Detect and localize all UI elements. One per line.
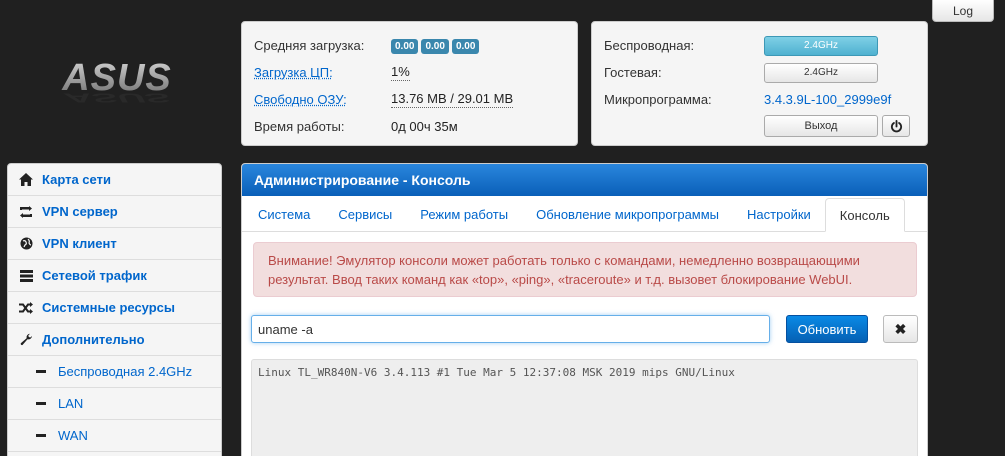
home-icon [18,173,34,187]
tab-mode[interactable]: Режим работы [406,197,522,231]
tab-firmware-update[interactable]: Обновление микропрограммы [522,197,733,231]
sidebar-item-label: Системные ресурсы [42,300,176,315]
dash-icon [36,434,46,437]
cpu-link[interactable]: Загрузка ЦП: [254,65,391,80]
alert-line-1: Внимание! Эмулятор консоли может работат… [268,253,860,268]
sidebar-subitem-label: WAN [58,428,88,443]
clear-button[interactable]: ✖ [883,315,918,343]
wrench-icon [18,333,34,347]
sidebar-subitem-lan[interactable]: LAN [8,388,221,420]
random-icon [18,301,34,315]
power-icon [890,119,902,132]
firmware-link[interactable]: 3.4.3.9L-100_2999e9f [764,92,891,107]
log-button[interactable]: Log [932,0,994,22]
guest-label: Гостевая: [604,65,662,80]
tab-system[interactable]: Система [244,197,324,231]
sidebar-item-label: Сетевой трафик [42,268,147,283]
sidebar-item-vpn-server[interactable]: VPN сервер [8,196,221,228]
ram-value: 13.76 MB / 29.01 MB [391,91,514,108]
sidebar-subitem-wan[interactable]: WAN [8,420,221,452]
ram-link[interactable]: Свободно ОЗУ: [254,92,391,107]
list-icon [18,269,34,283]
uptime-value: 0д 00ч 35м [391,119,458,134]
dash-icon [36,402,46,405]
sidebar: Карта сети VPN сервер VPN клиент Сетевой… [7,163,222,456]
power-button[interactable] [882,115,910,137]
tab-services[interactable]: Сервисы [324,197,406,231]
sidebar-subitem-label: LAN [58,396,84,411]
load-badge-1: 0.00 [391,39,419,54]
sidebar-item-traffic[interactable]: Сетевой трафик [8,260,221,292]
sidebar-item-network-map[interactable]: Карта сети [8,164,221,196]
load-label: Средняя загрузка: [254,38,365,53]
tab-console[interactable]: Консоль [824,198,905,232]
load-badge-3: 0.00 [451,39,480,54]
firmware-label: Микропрограмма: [604,92,712,107]
sidebar-item-advanced[interactable]: Дополнительно [8,324,221,356]
sidebar-item-label: Дополнительно [42,332,145,347]
dash-icon [36,370,46,373]
refresh-button[interactable]: Обновить [786,315,868,343]
exit-button[interactable]: Выход [764,115,878,137]
warning-alert: Внимание! Эмулятор консоли может работат… [253,242,917,297]
guest-toggle[interactable]: 2.4GHz [764,62,878,83]
sidebar-item-resources[interactable]: Системные ресурсы [8,292,221,324]
load-badge-2: 0.00 [421,39,449,54]
tab-bar: Система Сервисы Режим работы Обновление … [242,196,927,232]
cpu-value: 1% [391,64,410,81]
sidebar-item-vpn-client[interactable]: VPN клиент [8,228,221,260]
sidebar-item-label: VPN сервер [42,204,118,219]
command-input[interactable] [251,315,770,343]
page-title: Администрирование - Консоль [242,164,927,196]
globe-icon [18,237,34,251]
sidebar-subitem-wireless[interactable]: Беспроводная 2.4GHz [8,356,221,388]
sidebar-item-label: Карта сети [42,172,111,187]
uptime-label: Время работы: [254,119,345,134]
load-values: 0.00 0.00 0.00 [391,37,482,54]
status-panel: Средняя загрузка: 0.00 0.00 0.00 Загрузка … [241,21,578,146]
asus-logo: ASUS ASUS [61,58,171,105]
main-panel: Администрирование - Консоль Система Серв… [241,163,928,456]
wifi-panel: Беспроводная: 2.4GHz Гостевая: 2.4GHz Ми… [591,21,928,146]
retweet-icon [18,205,34,219]
console-output: Linux TL_WR840N-V6 3.4.113 #1 Tue Mar 5 … [251,359,918,456]
svg-text:ASUS: ASUS [63,90,170,105]
sidebar-subitem-label: Беспроводная 2.4GHz [58,364,193,379]
tab-settings[interactable]: Настройки [733,197,825,231]
alert-line-2: результат. Ввод таких команд как «top», … [268,272,853,287]
wireless-label: Беспроводная: [604,38,695,53]
close-icon: ✖ [894,320,907,337]
wireless-toggle[interactable]: 2.4GHz [764,35,878,56]
sidebar-item-label: VPN клиент [42,236,117,251]
